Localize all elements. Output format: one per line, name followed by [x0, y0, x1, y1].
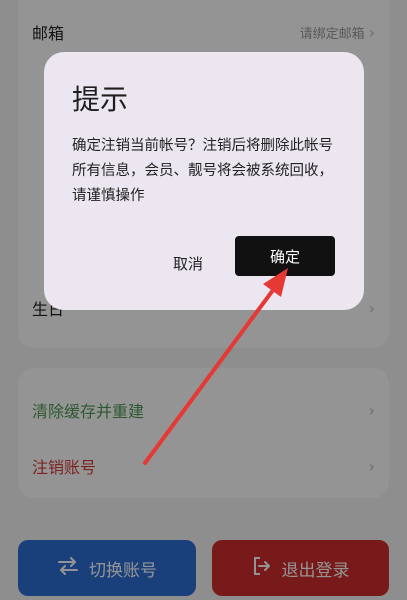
dialog-message: 确定注销当前帐号？注销后将删除此帐号所有信息，会员、靓号将会被系统回收，请谨慎操…	[72, 138, 333, 204]
dialog-title: 提示	[72, 83, 129, 116]
confirm-dialog: 提示 确定注销当前帐号？注销后将删除此帐号所有信息，会员、靓号将会被系统回收，请…	[44, 52, 364, 310]
cancel-button[interactable]: 取消	[156, 243, 220, 283]
confirm-button[interactable]: 确定	[235, 236, 335, 276]
